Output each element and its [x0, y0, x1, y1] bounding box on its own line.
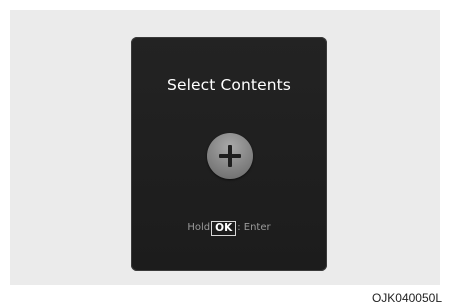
ok-key-label: OK — [211, 220, 237, 236]
screen-title: Select Contents — [167, 76, 291, 94]
hold-ok-hint: Hold OK: Enter — [131, 220, 327, 237]
add-content-button[interactable] — [207, 133, 253, 179]
figure-code: OJK040050L — [371, 291, 442, 305]
display-screen: Select Contents Hold OK: Enter — [131, 37, 327, 271]
hint-prefix: Hold — [187, 222, 211, 233]
hint-suffix: : Enter — [237, 222, 271, 233]
